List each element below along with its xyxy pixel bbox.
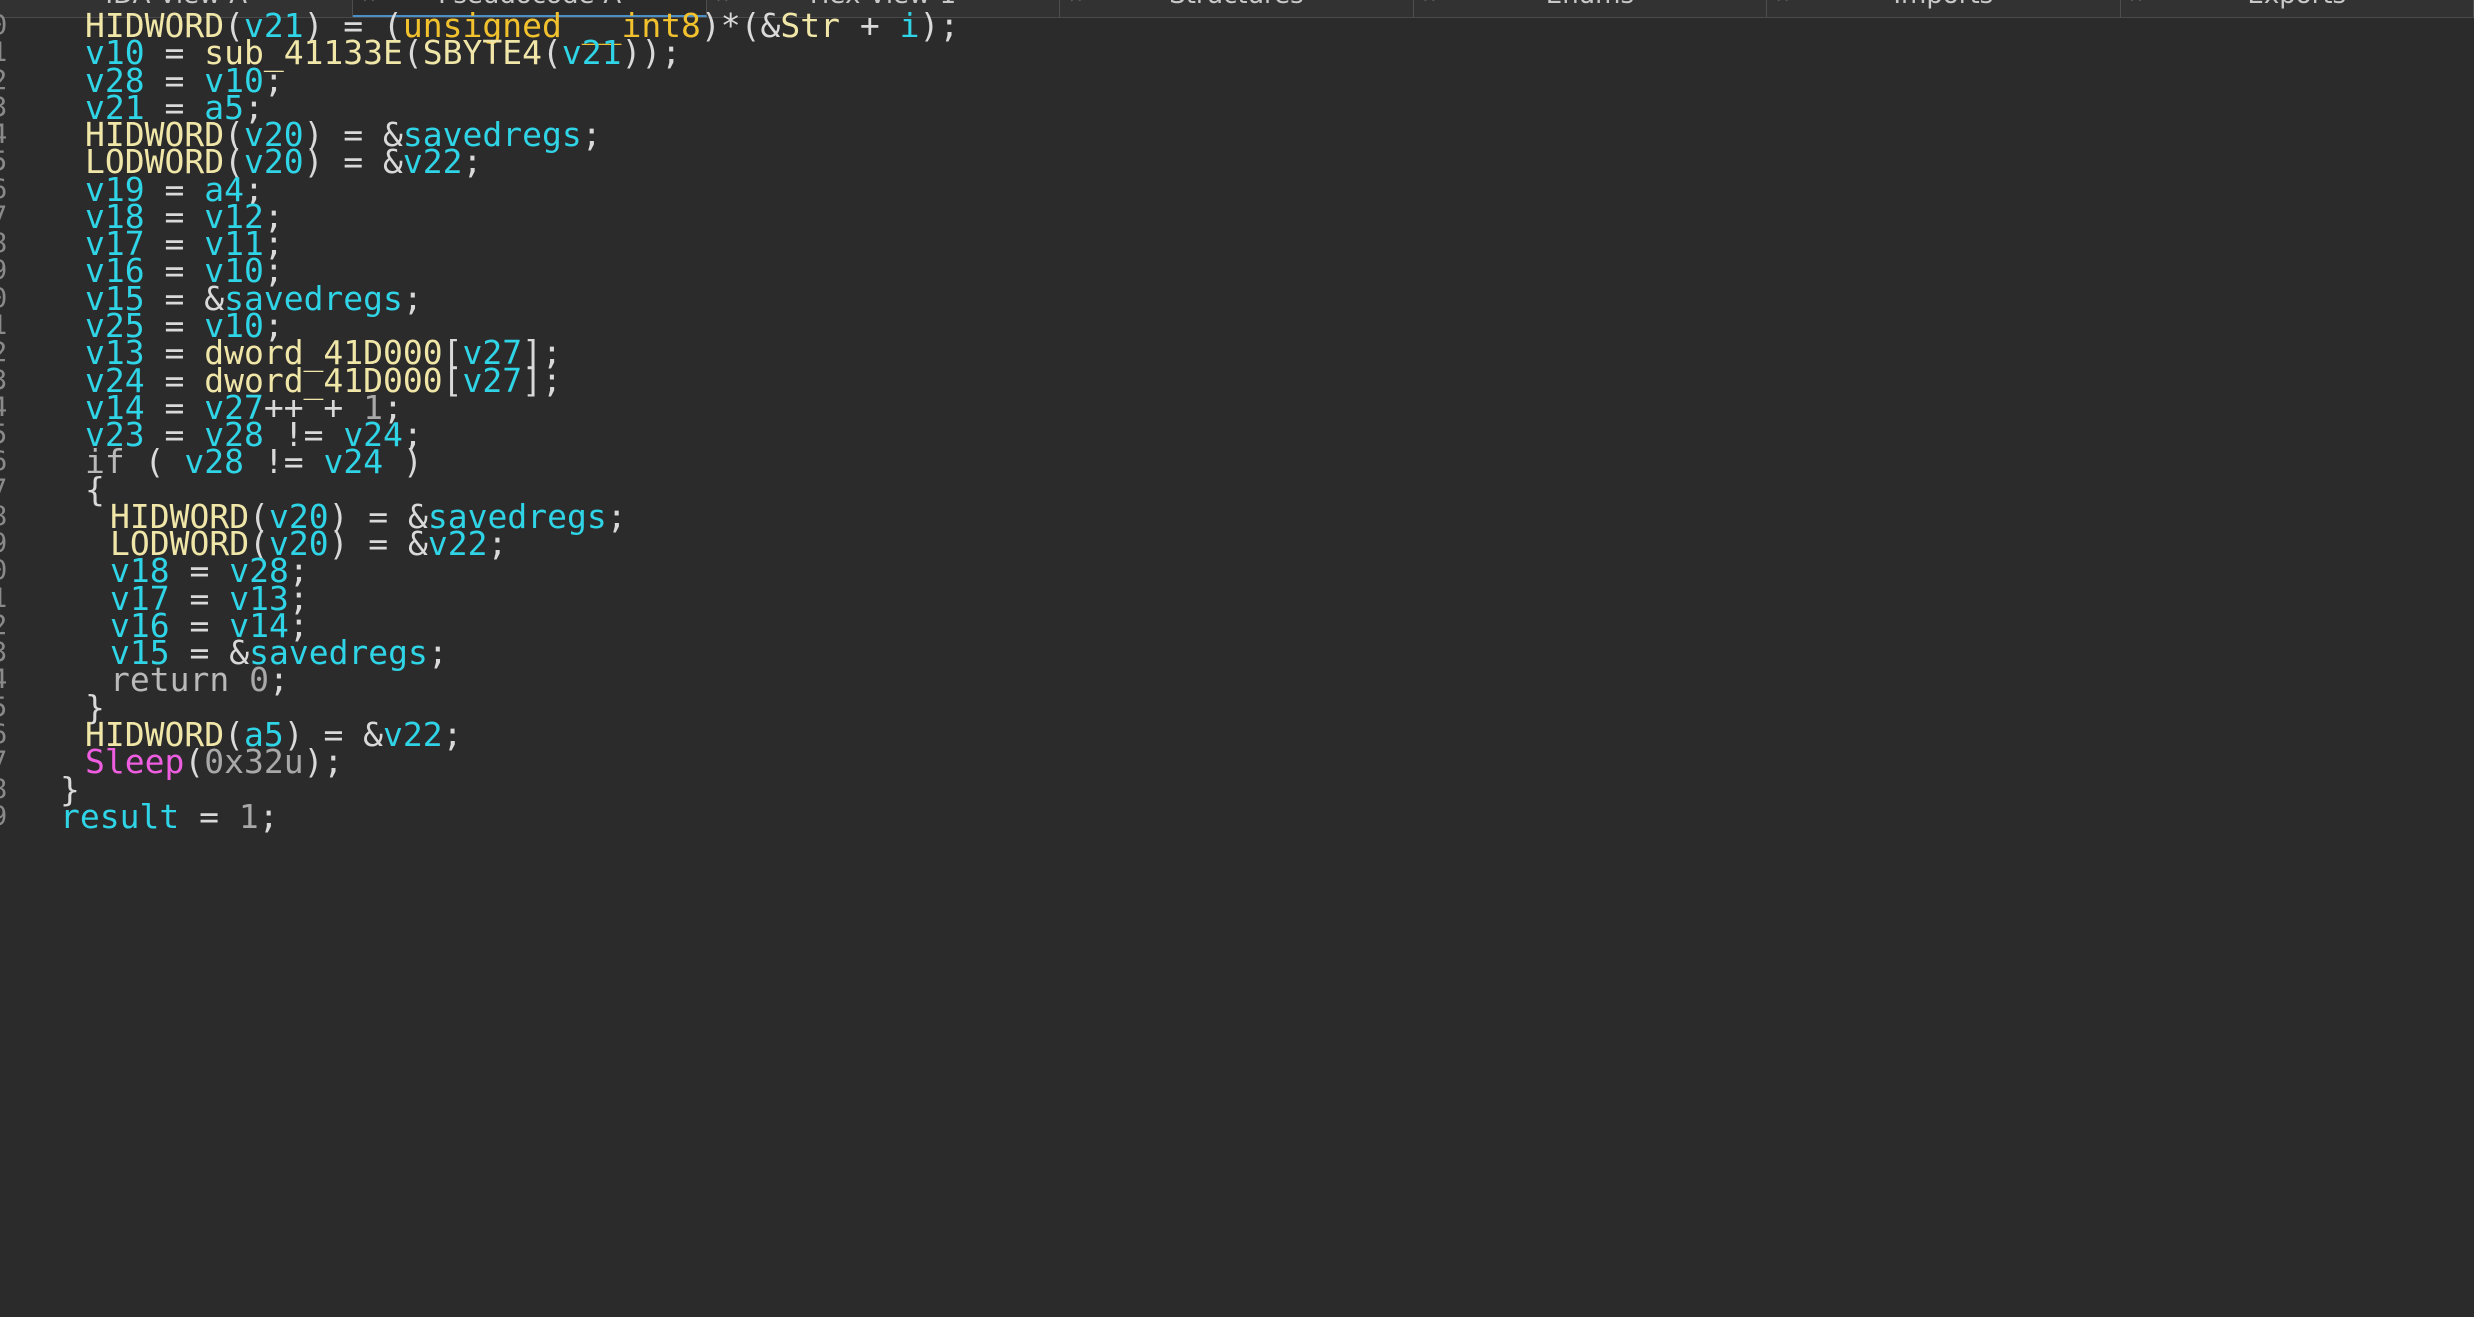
variable-token[interactable]: v24 — [323, 442, 383, 481]
punctuation-token: ; — [263, 60, 284, 100]
variable-token[interactable]: v21 — [562, 33, 622, 72]
keyword-token[interactable]: return — [110, 660, 229, 699]
punctuation-token: ; — [462, 142, 483, 182]
number-token[interactable]: 1 — [239, 797, 259, 836]
code-line[interactable]: { — [85, 468, 105, 511]
variable-token[interactable]: v27 — [463, 361, 523, 400]
variable-token[interactable]: v22 — [428, 524, 488, 563]
punctuation-token: ; — [581, 115, 602, 155]
tab-label: Enums — [1546, 0, 1634, 10]
number-token[interactable]: 0x32u — [204, 742, 303, 781]
punctuation-token: ( — [402, 33, 423, 73]
punctuation-token: ( — [184, 742, 205, 782]
punctuation-token: ; — [487, 524, 508, 564]
punctuation-token: + — [840, 6, 900, 45]
punctuation-token: ) = & — [303, 142, 403, 182]
close-icon[interactable]: × — [1775, 0, 1790, 10]
punctuation-token: ); — [919, 6, 960, 45]
tab-enums[interactable]: × Enums — [1414, 0, 1768, 17]
punctuation-token: ) = & — [328, 524, 428, 564]
close-icon[interactable]: × — [1068, 0, 1083, 10]
punctuation-token: )*(& — [700, 6, 781, 45]
code-line[interactable]: return 0; — [110, 658, 289, 701]
code-line[interactable]: Sleep(0x32u); — [85, 740, 343, 783]
close-icon[interactable]: × — [1422, 0, 1437, 10]
close-icon[interactable]: × — [2129, 0, 2144, 10]
punctuation-token: != — [243, 442, 324, 482]
punctuation-token: ); — [303, 742, 344, 782]
variable-token[interactable]: v22 — [403, 142, 463, 181]
code-line[interactable]: if ( v28 != v24 ) — [85, 440, 423, 483]
code-line[interactable]: result = 1; — [60, 795, 279, 838]
punctuation-token — [229, 660, 249, 699]
punctuation-token: ; — [442, 715, 463, 755]
punctuation-token: ; — [606, 496, 627, 536]
number-token[interactable]: 0 — [249, 660, 269, 699]
variable-token[interactable]: v22 — [383, 715, 443, 754]
punctuation-token: ; — [402, 278, 423, 318]
punctuation-token: { — [85, 469, 105, 509]
punctuation-token: ; — [258, 796, 279, 836]
punctuation-token: )); — [621, 33, 682, 73]
tab-label: Structures — [1169, 0, 1304, 10]
punctuation-token: ; — [427, 633, 448, 673]
line-number: 9 — [0, 795, 7, 838]
variable-token[interactable]: v28 — [184, 442, 244, 481]
tab-label: Exports — [2247, 0, 2346, 10]
import-call-token[interactable]: Sleep — [85, 742, 184, 781]
tab-exports[interactable]: × Exports — [2121, 0, 2474, 17]
punctuation-token: = — [179, 796, 239, 836]
punctuation-token: ( — [542, 33, 562, 73]
tab-imports[interactable]: × Imports — [1767, 0, 2121, 17]
identifier-token[interactable]: Str — [780, 6, 840, 45]
punctuation-token: ; — [268, 660, 289, 700]
tab-structures[interactable]: × Structures — [1060, 0, 1414, 17]
punctuation-token: [ — [442, 360, 463, 400]
punctuation-token: ( — [124, 442, 185, 482]
variable-token[interactable]: i — [900, 6, 920, 45]
tab-label: Imports — [1893, 0, 1993, 10]
pseudocode-window: IDA View-A×Pseudocode-A×Hex View-1×Struc… — [0, 0, 2474, 1317]
variable-token[interactable]: result — [60, 797, 179, 836]
punctuation-token: ) — [383, 442, 423, 482]
identifier-token[interactable]: SBYTE4 — [423, 33, 542, 72]
punctuation-token: ]; — [522, 360, 562, 400]
